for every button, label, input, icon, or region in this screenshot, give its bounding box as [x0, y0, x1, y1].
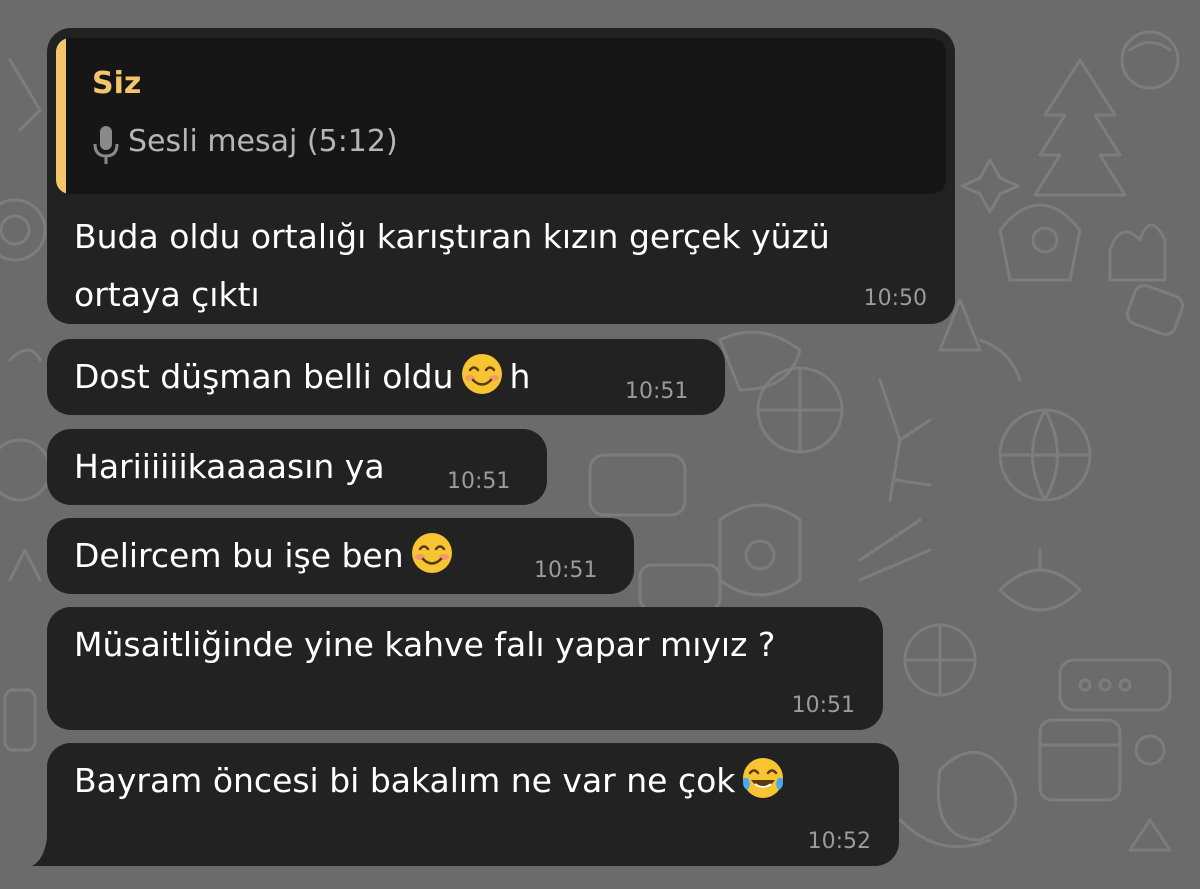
microphone-icon	[93, 126, 119, 164]
message-bubble[interactable]: Delircem bu işe ben 10:51	[47, 518, 634, 594]
message-text: Hariiiiiikaaaasın ya	[74, 447, 385, 486]
reply-accent-bar	[56, 38, 66, 194]
message-timestamp: 10:51	[625, 379, 689, 404]
target-doodle	[0, 198, 47, 262]
message-text: Delircem bu işe ben	[74, 527, 460, 585]
message-bubble[interactable]: Müsaitliğinde yine kahve falı yapar mıyı…	[47, 607, 883, 730]
reply-sender: Siz	[92, 66, 142, 101]
calendar-doodle	[1038, 718, 1122, 802]
hand-doodle	[1108, 223, 1167, 282]
message-text-part: Bayram öncesi bi bakalım ne var ne çok	[74, 761, 736, 800]
message-timestamp: 10:50	[863, 286, 927, 311]
keypad-doodle	[1058, 658, 1172, 712]
message-text-part: Delircem bu işe ben	[74, 536, 404, 575]
smiling-face-emoji	[411, 533, 452, 573]
tree-doodle	[1033, 58, 1127, 197]
message-timestamp: 10:51	[534, 558, 598, 583]
message-text-part: h	[509, 357, 531, 396]
message-text: Dost düşman belli oldu h	[74, 348, 530, 406]
clock-doodle	[588, 453, 687, 517]
message-text-part: Dost düşman belli oldu	[74, 357, 454, 396]
message-text-line: Buda oldu ortalığı karıştıran kızın gerç…	[74, 217, 830, 256]
reply-preview[interactable]: Siz Sesli mesaj (5:12)	[56, 38, 946, 194]
clover-doodle	[936, 750, 1018, 842]
bubble-tail	[32, 838, 64, 866]
message-bubble[interactable]: Dost düşman belli oldu h 10:51	[47, 339, 725, 415]
planet-doodle	[0, 438, 52, 502]
message-bubble[interactable]: Hariiiiiikaaaasın ya 10:51	[47, 429, 547, 505]
lamp-doodle	[998, 568, 1082, 612]
tears-of-joy-emoji	[743, 758, 784, 798]
reply-preview-text: Sesli mesaj (5:12)	[128, 124, 398, 159]
bamboo-doodle	[878, 378, 902, 502]
message-text-line: ortaya çıktı	[74, 275, 260, 314]
message-bubble[interactable]: Siz Sesli mesaj (5:12) Buda oldu ortalığ…	[47, 28, 955, 324]
message-bubble[interactable]: Bayram öncesi bi bakalım ne var ne çok 1…	[47, 743, 899, 866]
message-timestamp: 10:52	[807, 829, 871, 854]
smiling-face-emoji	[461, 354, 502, 394]
message-text: Bayram öncesi bi bakalım ne var ne çok	[74, 752, 791, 810]
message-text: Müsaitliğinde yine kahve falı yapar mıyı…	[74, 625, 776, 664]
bottle-doodle	[718, 503, 802, 597]
rocket-doodle	[998, 203, 1082, 282]
message-text: Buda oldu ortalığı karıştıran kızın gerç…	[74, 208, 830, 324]
shell-doodle	[1120, 30, 1180, 90]
sparkle-doodle	[960, 158, 1020, 214]
message-timestamp: 10:51	[447, 469, 511, 494]
message-timestamp: 10:51	[791, 693, 855, 718]
